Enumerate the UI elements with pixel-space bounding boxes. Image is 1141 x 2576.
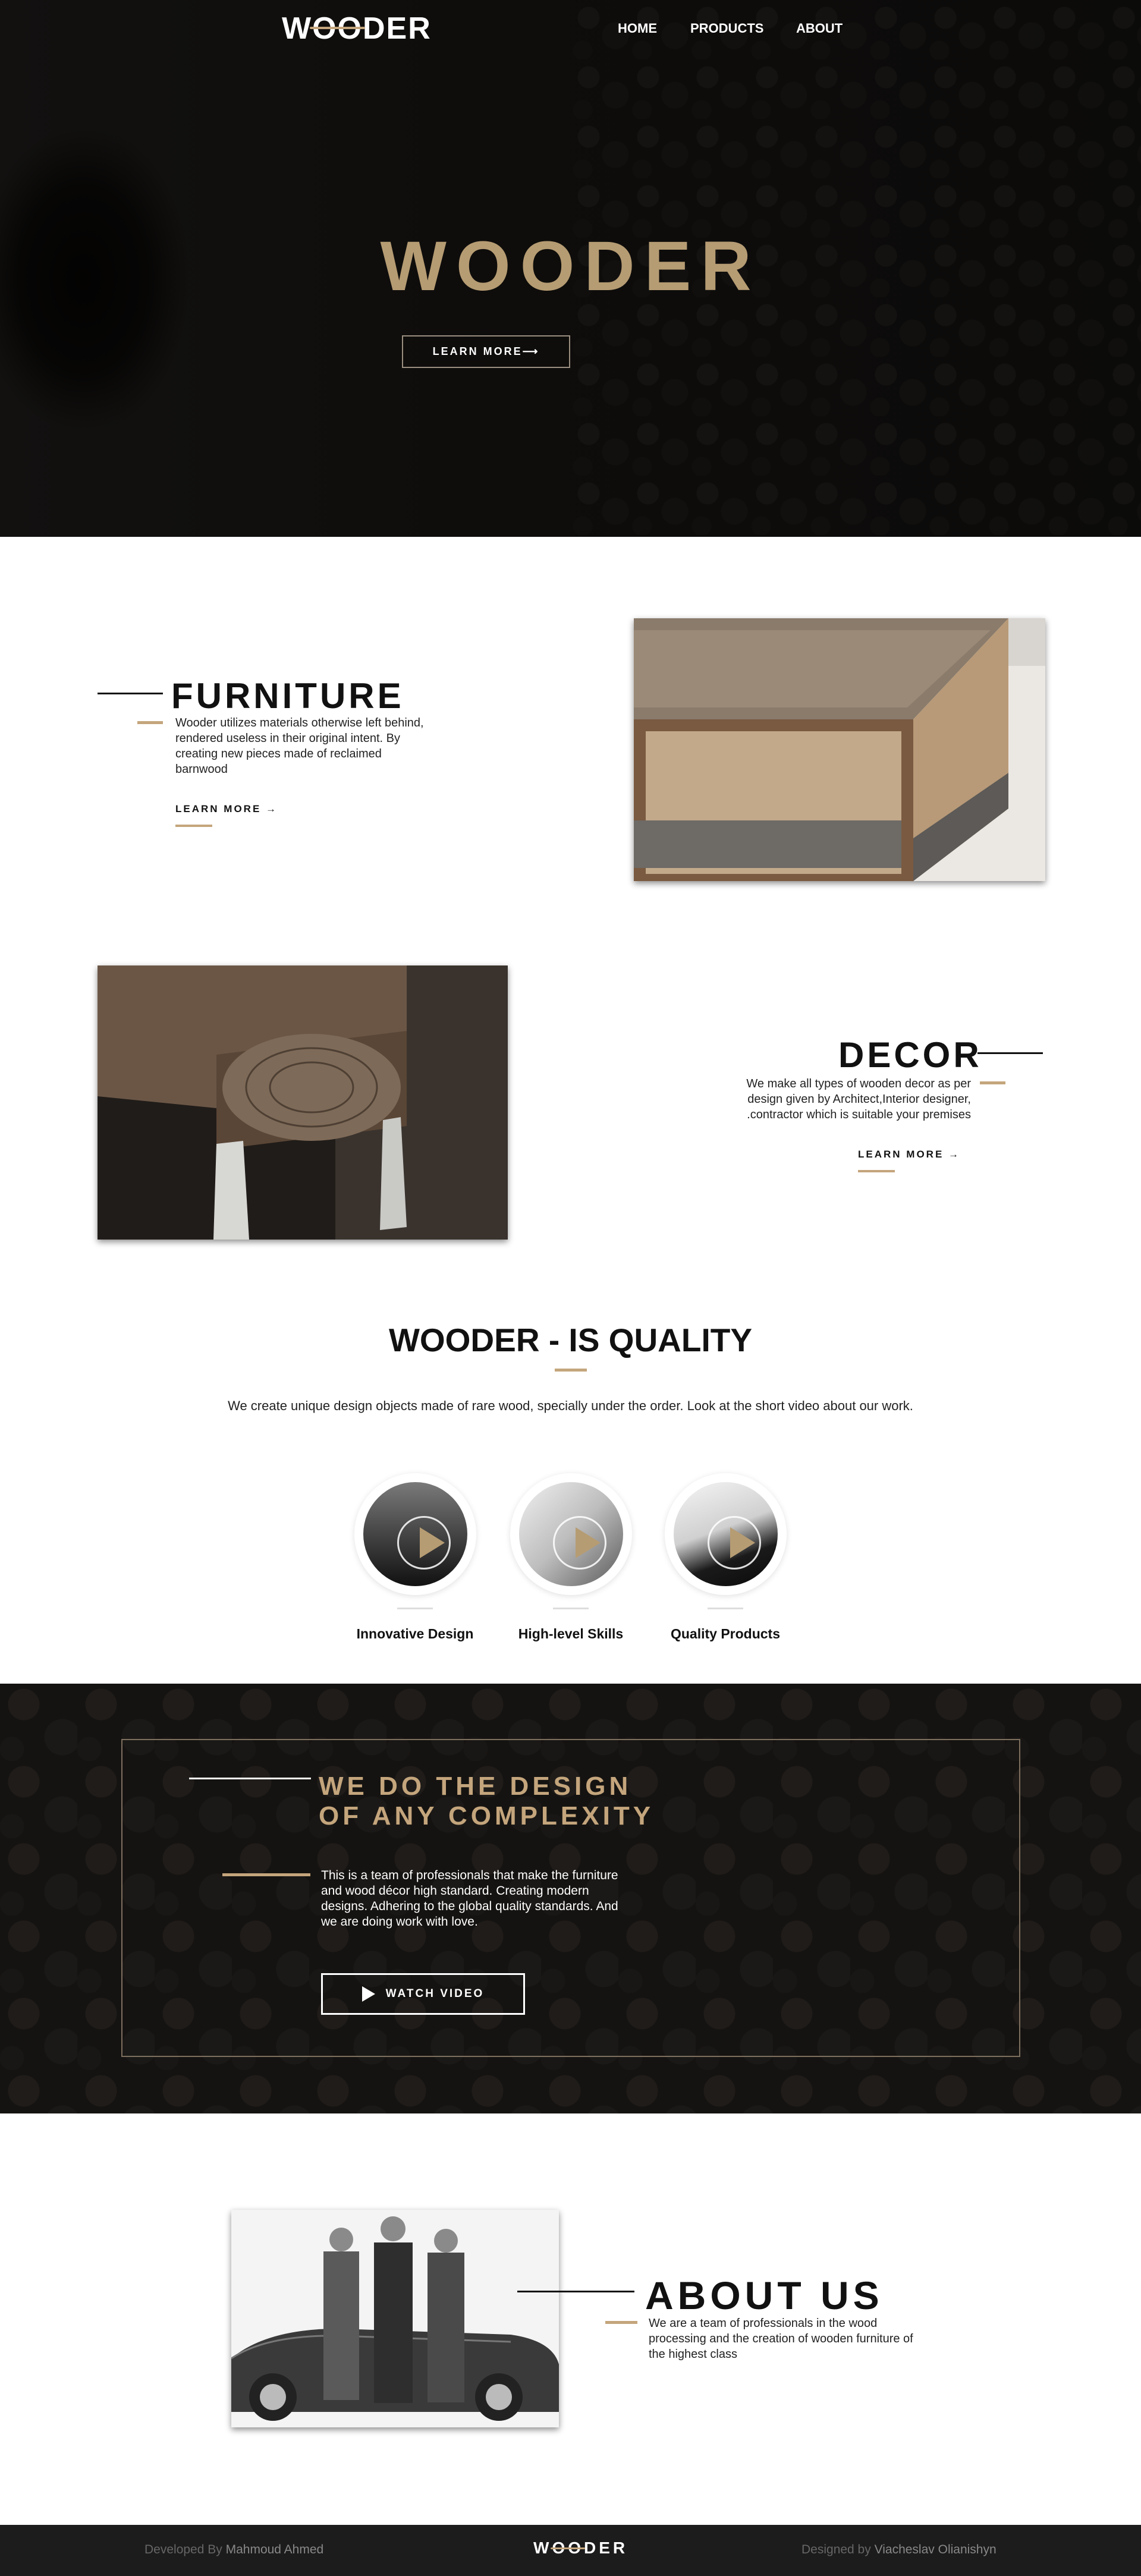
play-icon (576, 1527, 601, 1558)
decor-learn-more-link[interactable]: LEARN MORE → (858, 1149, 960, 1160)
divider-line (98, 693, 163, 694)
divider-line (517, 2291, 634, 2292)
accent-line (555, 1369, 587, 1372)
nav-about[interactable]: ABOUT (796, 21, 843, 36)
accent-line (137, 721, 163, 724)
play-icon (420, 1527, 445, 1558)
video-thumbnail-high-level-skills[interactable] (510, 1473, 632, 1595)
design-text: This is a team of professionals that mak… (321, 1869, 618, 1929)
furniture-table-image (634, 618, 1045, 881)
video-caption: Innovative Design (356, 1626, 474, 1641)
accent-line (980, 1081, 1005, 1084)
divider-line (977, 1052, 1043, 1054)
decor-title: DECOR (838, 1035, 982, 1075)
quality-subtitle: We create unique design objects made of … (228, 1398, 913, 1413)
designer-link[interactable]: Viacheslav Olianishyn (875, 2543, 997, 2556)
about-title: ABOUT US (645, 2273, 884, 2317)
play-icon (362, 1986, 375, 2002)
nav-products[interactable]: PRODUCTS (690, 21, 763, 36)
hero-title: WOODER (380, 227, 761, 306)
design-section: WE DO THE DESIGN OF ANY COMPLEXITY This … (0, 1684, 1141, 2113)
accent-line (222, 1873, 310, 1876)
furniture-text: Wooder utilizes materials otherwise left… (175, 716, 424, 776)
accent-line (858, 1170, 895, 1172)
footer-logo[interactable]: W OODER (533, 2539, 628, 2558)
design-title: WE DO THE DESIGN OF ANY COMPLEXITY (319, 1772, 655, 1830)
about-text: We are a team of professionals in the wo… (649, 2317, 913, 2361)
hero-learn-more-button[interactable]: LEARN MORE⟶ (402, 335, 570, 368)
decor-text: We make all types of wooden decor as per… (746, 1077, 971, 1121)
video-caption: High-level Skills (518, 1626, 624, 1641)
footer-developed-by: Developed By Mahmoud Ahmed (144, 2543, 324, 2556)
quality-title: WOODER - IS QUALITY (388, 1322, 753, 1358)
video-thumbnail-innovative-design[interactable] (354, 1473, 476, 1595)
developer-link[interactable]: Mahmoud Ahmed (226, 2543, 324, 2556)
divider-line (189, 1778, 311, 1779)
accent-line (605, 2321, 637, 2324)
decor-bench-image (98, 965, 508, 1240)
accent-line (175, 825, 212, 827)
play-icon (730, 1527, 755, 1558)
furniture-learn-more-link[interactable]: LEARN MORE → (175, 803, 278, 815)
furniture-title: FURNITURE (171, 676, 404, 716)
watch-video-button[interactable]: WATCH VIDEO (321, 1973, 525, 2015)
footer-designed-by: Designed by Viacheslav Olianishyn (801, 2543, 997, 2556)
hero-section: W OODER HOME PRODUCTS ABOUT WOODER LEARN … (0, 0, 1141, 537)
team-photo (231, 2210, 559, 2427)
footer: Developed By Mahmoud Ahmed W OODER Design… (0, 2525, 1141, 2576)
video-thumbnail-quality-products[interactable] (665, 1473, 787, 1595)
nav-home[interactable]: HOME (618, 21, 657, 36)
video-caption: Quality Products (670, 1626, 781, 1641)
site-logo[interactable]: W OODER (282, 11, 432, 46)
